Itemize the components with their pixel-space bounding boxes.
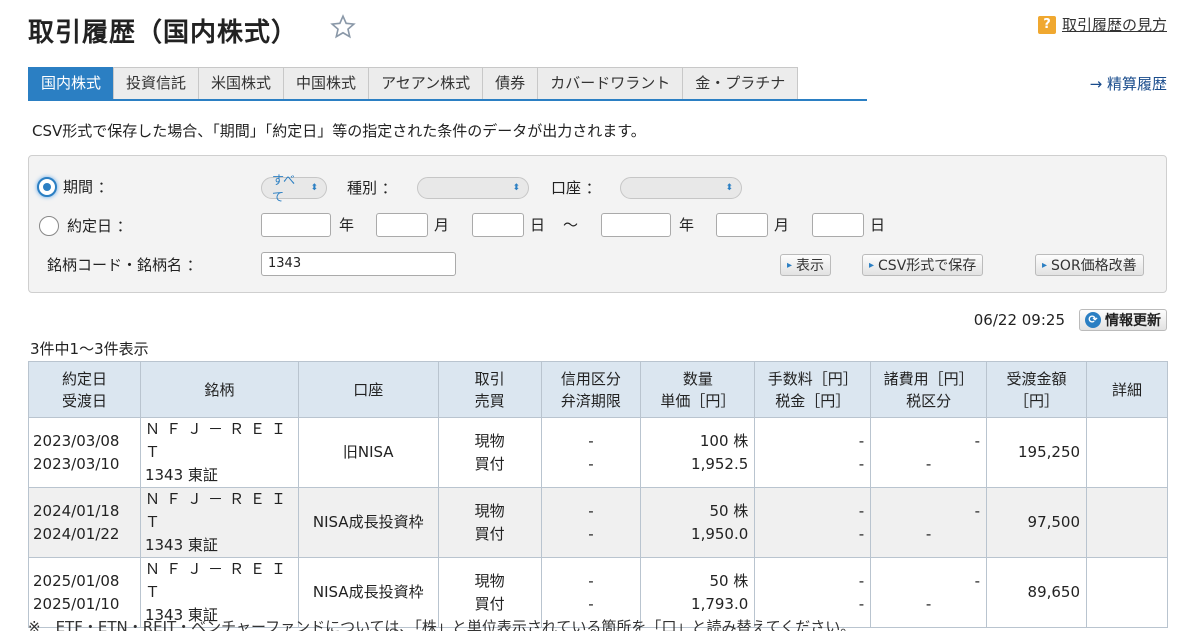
trade-date-radio[interactable] [39,215,59,236]
range-tilde: 〜 [563,216,579,234]
select-arrows-icon: ⬍ [725,182,733,193]
play-arrow-icon: ▸ [1042,259,1048,271]
header-account: 口座 [297,361,439,418]
tab-covered-warrants[interactable]: カバードワラント [537,67,684,99]
table-row: 2023/03/08 2023/03/10 ＮＦＪ－ＲＥＩＴ 1343 東証 旧NI… [28,417,1168,488]
month-label: 月 [774,216,790,234]
help-icon: ? [1037,15,1056,34]
select-arrows-icon: ⬍ [512,182,520,193]
header-amount: 受渡金額 ［円］ [986,361,1088,418]
from-year-input[interactable] [261,213,331,237]
month-label: 月 [434,216,450,234]
table-row: 2024/01/18 2024/01/22 ＮＦＪ－ＲＥＩＴ 1343 東証 NIS… [28,487,1168,558]
code-label: 銘柄コード・銘柄名 ： [47,256,202,274]
period-select[interactable]: すべて ⬍ [261,173,327,204]
period-radio[interactable] [37,176,57,197]
day-label: 日 [530,216,546,234]
search-filter-panel: 期間 ： すべて ⬍ 種別 ： ⬍ 口座 ： ⬍ 約定日 ： 年 月 日 〜 年 … [28,155,1167,293]
star-icon[interactable] [330,14,356,40]
trade-date-label: 約定日 ： [67,217,132,235]
tab-investment-trusts[interactable]: 投資信託 [113,67,200,99]
csv-save-button[interactable]: ▸ CSV形式で保存 [862,254,984,276]
account-label: 口座 ： [551,179,601,197]
type-select[interactable]: ⬍ [417,177,529,199]
header-cost-taxtype: 諸費用［円］ 税区分 [870,361,988,418]
to-day-input[interactable] [812,213,864,237]
footnote: ※ ETF・ETN・REIT・ベンチャーファンドについては、「株」と単位表示され… [28,618,856,631]
play-arrow-icon: ▸ [869,259,875,271]
account-select[interactable]: ⬍ [620,177,742,199]
help-link-label[interactable]: 取引履歴の見方 [1062,14,1167,35]
header-fee-tax: 手数料［円］ 税金［円］ [754,361,872,418]
header-stock: 銘柄 [139,361,299,418]
header-trade: 取引 売買 [437,361,542,418]
help-link[interactable]: ? 取引履歴の見方 [1037,14,1167,35]
header-credit: 信用区分 弁済期限 [540,361,642,418]
header-date: 約定日 受渡日 [28,361,141,418]
page-title: 取引履歴（国内株式） [28,18,299,48]
header-qty-price: 数量 単価［円］ [640,361,756,418]
tab-china-stocks[interactable]: 中国株式 [283,67,370,99]
tab-asean-stocks[interactable]: アセアン株式 [368,67,484,99]
year-label: 年 [339,216,355,234]
to-month-input[interactable] [716,213,768,237]
tab-bonds[interactable]: 債券 [482,67,539,99]
stock-code-input[interactable]: 1343 [261,252,456,276]
last-updated-time: 06/22 09:25 [973,311,1065,329]
settlement-history-link[interactable]: → 精算履歴 [1090,73,1167,94]
market-tabs: 国内株式 投資信託 米国株式 中国株式 アセアン株式 債券 カバードワラント 金… [28,67,867,101]
from-day-input[interactable] [472,213,524,237]
year-label: 年 [679,216,695,234]
play-arrow-icon: ▸ [787,259,793,271]
csv-notice: CSV形式で保存した場合、「期間」「約定日」等の指定された条件のデータが出力され… [32,122,646,140]
tab-domestic-stocks[interactable]: 国内株式 [28,67,115,99]
to-year-input[interactable] [601,213,671,237]
from-month-input[interactable] [376,213,428,237]
sor-button[interactable]: ▸ SOR価格改善 [1035,254,1144,276]
display-button[interactable]: ▸ 表示 [780,254,832,276]
result-count: 3件中1〜3件表示 [30,340,149,358]
period-label: 期間 ： [63,178,113,196]
select-arrows-icon: ⬍ [310,182,318,193]
header-detail: 詳細 [1086,361,1168,418]
trade-history-table: 約定日 受渡日 銘柄 口座 取引 売買 信用区分 弁済期限 数量 単価［円］ 手数料［円… [28,361,1168,628]
tab-us-stocks[interactable]: 米国株式 [198,67,285,99]
type-label: 種別 ： [347,179,397,197]
detail-cell [1086,417,1168,488]
refresh-icon: ⟳ [1085,312,1101,328]
detail-cell [1086,487,1168,558]
detail-cell [1086,557,1168,628]
day-label: 日 [870,216,886,234]
refresh-button[interactable]: ⟳ 情報更新 [1079,309,1167,331]
tab-gold-platinum[interactable]: 金・プラチナ [682,67,799,99]
